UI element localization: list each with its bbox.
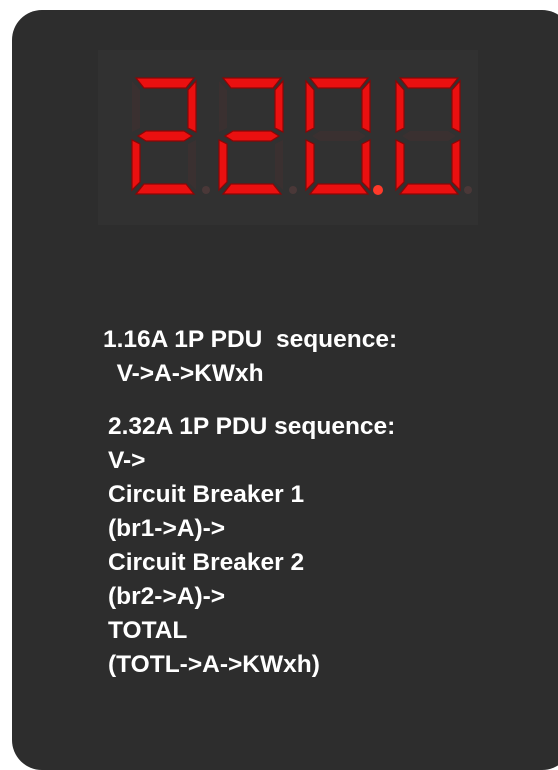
info-line-10: (TOTL->A->KWxh): [108, 651, 320, 678]
info-line-6: (br1->A)->: [108, 515, 226, 542]
info-line-1: 1.16A 1P PDU sequence:: [103, 326, 398, 353]
display-digit-4: [382, 76, 474, 198]
info-line-2: V->A->KWxh: [103, 360, 264, 387]
info-line-9: TOTAL: [108, 617, 188, 644]
display-digit-3: [292, 76, 384, 198]
display-digit-1: [118, 76, 210, 198]
info-line-8: (br2->A)->: [108, 583, 226, 610]
info-line-7: Circuit Breaker 2: [108, 549, 305, 576]
info-line-3: 2.32A 1P PDU sequence:: [108, 413, 396, 440]
info-line-5: Circuit Breaker 1: [108, 481, 305, 508]
display-digit-2: [205, 76, 297, 198]
info-line-4: V->: [108, 447, 146, 474]
